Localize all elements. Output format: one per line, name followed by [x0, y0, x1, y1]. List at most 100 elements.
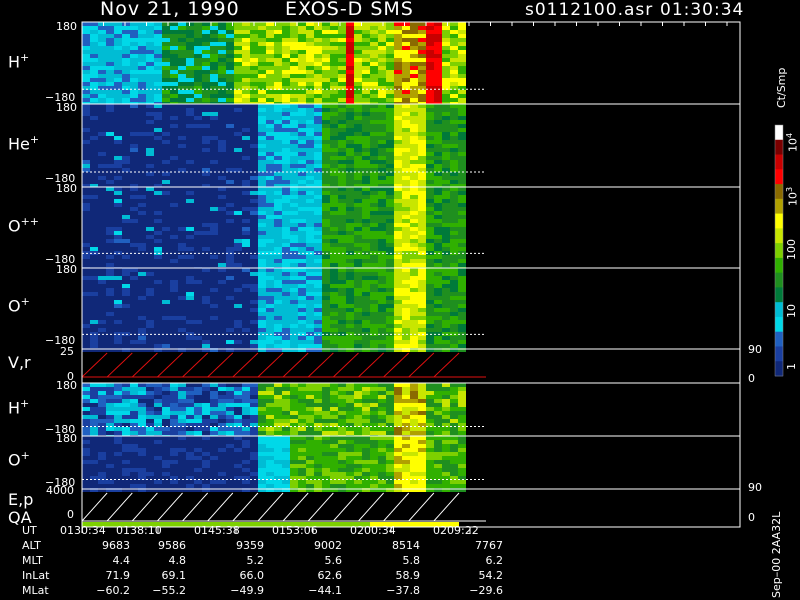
panel-6	[82, 383, 466, 439]
colorbar-tick-1e3: 103	[785, 186, 800, 206]
staircase-sweep	[408, 352, 435, 378]
panel-label-o-plus: O+	[8, 295, 30, 316]
colorbar-segment	[775, 228, 783, 244]
right-tick-p8-bottom: 0	[748, 511, 755, 524]
table-cell: 0145:38	[194, 524, 240, 537]
staircase-sweep	[358, 492, 384, 522]
colorbar-segment	[775, 272, 783, 288]
panel-label-h-plus-2: H+	[8, 397, 30, 418]
right-tick-p8-top: 90	[748, 481, 762, 494]
table-cell: 71.9	[105, 569, 131, 582]
table-cell: 4.8	[168, 554, 187, 567]
colorbar-segment	[775, 257, 783, 274]
colorbar-unit: Ct/Smp	[775, 67, 788, 108]
colorbar-segment	[775, 213, 783, 229]
tick-p8-top: 4000	[46, 484, 74, 497]
table-cell: 0209:22	[433, 524, 479, 537]
colorbar-segment	[775, 316, 783, 333]
side-label: Sep–00 2AA32L	[770, 511, 783, 598]
colorbar-segment	[775, 169, 783, 185]
tick-p8-bottom: 0	[67, 508, 74, 521]
staircase-sweep	[408, 492, 435, 522]
staircase-sweep	[232, 352, 259, 378]
tick-p3-top: 180	[56, 182, 77, 195]
table-cell: 58.9	[395, 569, 421, 582]
colorbar-segment	[775, 361, 783, 377]
table-cell: 5.6	[324, 554, 343, 567]
table-cell: 0153:06	[272, 524, 318, 537]
panel-label-h-plus: H+	[8, 51, 30, 72]
table-cell: 0130:34	[60, 524, 106, 537]
colorbar-segment	[775, 302, 783, 318]
header-date: Nov 21, 1990	[100, 0, 240, 20]
table-cell: 7767	[475, 539, 503, 552]
staircase-sweep	[157, 492, 183, 522]
staircase-sweep	[307, 352, 334, 378]
table-cell: −37.8	[386, 584, 420, 597]
table-cell: −55.2	[152, 584, 186, 597]
staircase-sweep	[332, 352, 359, 378]
table-cell: 62.6	[317, 569, 343, 582]
staircase-sweep	[332, 492, 359, 522]
panel-label-ep: E,p	[8, 490, 34, 509]
staircase-sweep	[182, 492, 209, 522]
panel-label-o-plusplus: O++	[8, 215, 40, 236]
colorbar-segment	[775, 184, 783, 200]
tick-p2-top: 180	[56, 101, 77, 114]
table-cell: 9586	[158, 539, 186, 552]
tick-p7-top: 180	[56, 432, 77, 445]
colorbar-tick-100: 100	[785, 239, 798, 260]
staircase-sweep	[81, 352, 108, 378]
panel-2	[82, 104, 466, 188]
colorbar-segment	[775, 287, 783, 303]
colorbar-segment	[775, 346, 783, 362]
panel-4	[82, 268, 466, 352]
right-tick-p5-bottom: 0	[748, 372, 755, 385]
table-cell: 0138:10	[116, 524, 162, 537]
table-row-label: MLT	[22, 554, 43, 567]
staircase-sweep	[383, 492, 410, 522]
colorbar-segment	[775, 331, 783, 347]
staircase-sweep	[433, 352, 460, 378]
tick-p5-top: 25	[60, 345, 74, 358]
table-cell: 4.4	[112, 554, 131, 567]
header-time: 01:30:34	[660, 0, 745, 20]
table-cell: −44.1	[308, 584, 342, 597]
spectrogram-plot	[81, 21, 784, 533]
tick-p1-top: 180	[56, 20, 77, 33]
staircase-sweep	[383, 352, 410, 378]
table-cell: −60.2	[96, 584, 130, 597]
table-cell: 5.8	[402, 554, 421, 567]
tick-p6-top: 180	[56, 379, 77, 392]
table-row-label: MLat	[22, 584, 49, 597]
table-row-label: InLat	[22, 569, 50, 582]
header-instrument: EXOS-D SMS	[285, 0, 414, 20]
colorbar-segment	[775, 139, 783, 156]
staircase-sweep	[282, 352, 309, 378]
table-cell: 8514	[392, 539, 420, 552]
colorbar-segment	[775, 125, 783, 141]
staircase-sweep	[131, 492, 158, 522]
table-row-label: ALT	[22, 539, 41, 552]
colorbar-tick-10: 10	[785, 304, 798, 318]
table-cell: 5.2	[246, 554, 265, 567]
staircase-sweep	[207, 492, 234, 522]
staircase-sweep	[358, 352, 384, 378]
panel-label-he-plus: He+	[8, 133, 40, 154]
staircase-sweep	[131, 352, 158, 378]
staircase-sweep	[157, 352, 183, 378]
table-cell: 9683	[102, 539, 130, 552]
staircase-sweep	[106, 352, 133, 378]
staircase-sweep	[257, 352, 284, 378]
colorbar-segment	[775, 243, 783, 259]
header-file: s0112100.asr	[525, 0, 654, 20]
right-tick-p5-top: 90	[748, 343, 762, 356]
staircase-sweep	[433, 492, 460, 522]
table-cell: 9359	[236, 539, 264, 552]
colorbar-tick-1e4: 104	[785, 132, 800, 152]
panel-label-o-plus-2: O+	[8, 449, 30, 470]
staircase-sweep	[307, 492, 334, 522]
table-cell: 9002	[314, 539, 342, 552]
table-cell: 54.2	[478, 569, 504, 582]
panel-label-vr: V,r	[8, 353, 31, 372]
